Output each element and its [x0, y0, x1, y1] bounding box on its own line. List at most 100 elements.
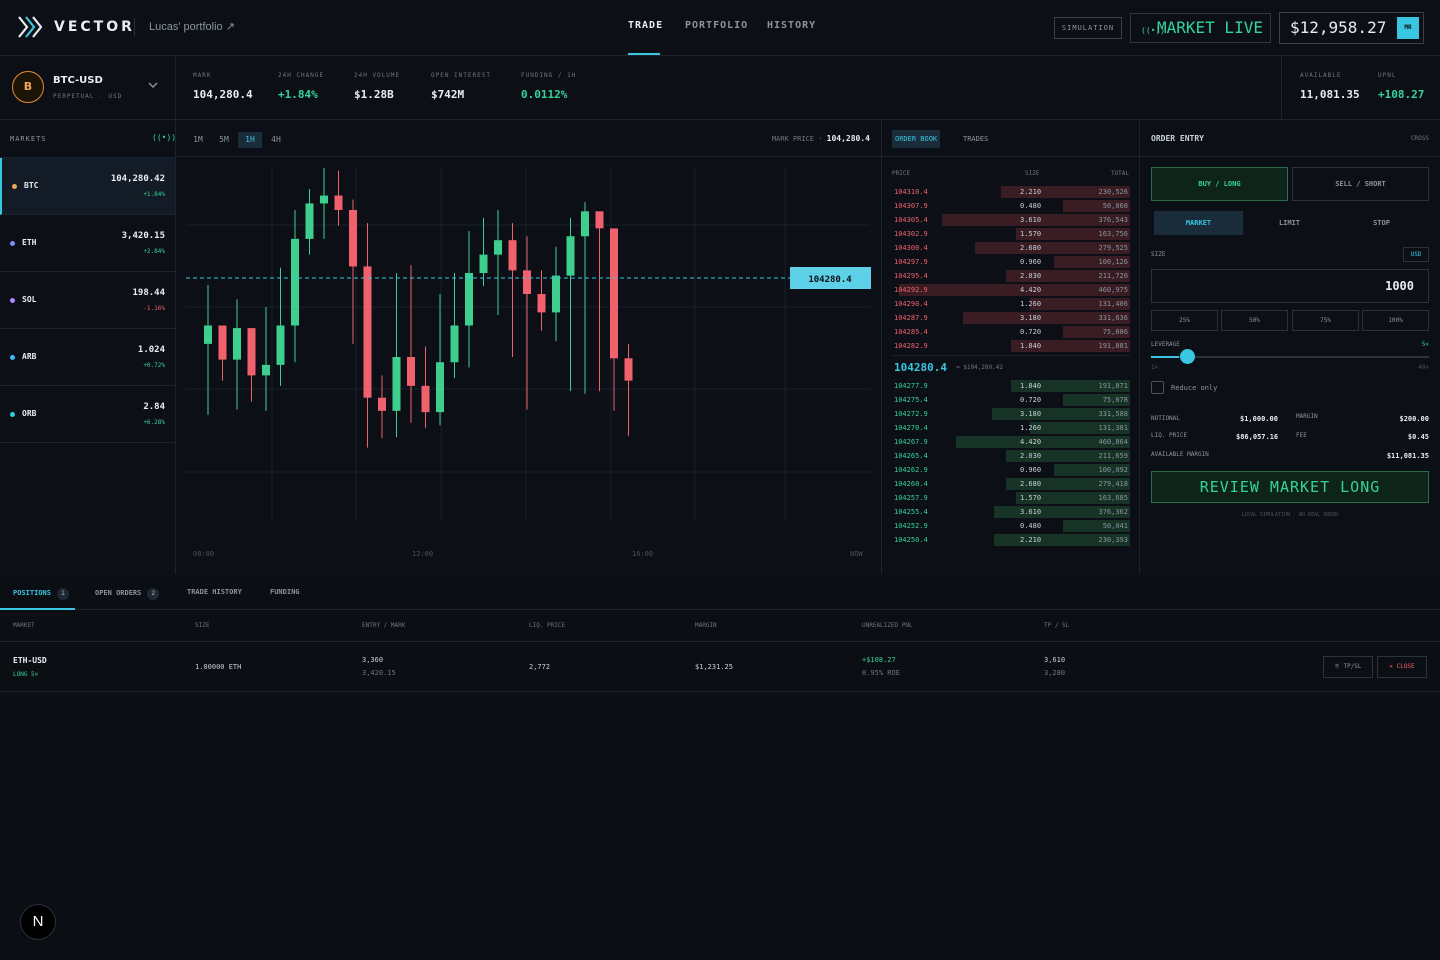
ob-total: 131,406: [1098, 300, 1128, 308]
currency-toggle[interactable]: USD: [1403, 247, 1429, 262]
tab-funding[interactable]: FUNDING: [270, 588, 300, 596]
ob-total: 376,543: [1098, 216, 1128, 224]
ask-row[interactable]: 104282.9 1.840 191,881: [892, 340, 1130, 353]
stat-open-interest: OPEN INTEREST $742M: [431, 72, 491, 101]
ob-size: 1.840: [1020, 382, 1042, 390]
review-market-long-button[interactable]: REVIEW MARKET LONG: [1151, 471, 1429, 503]
order-type-stop[interactable]: STOP: [1337, 211, 1426, 235]
bid-row[interactable]: 104265.4 2.030 211,659: [892, 450, 1130, 463]
ask-row[interactable]: 104287.9 3.180 331,636: [892, 312, 1130, 325]
ob-total: 191,871: [1098, 382, 1128, 390]
bid-row[interactable]: 104275.4 0.720 75,078: [892, 394, 1130, 407]
time-label: NOW: [850, 550, 863, 558]
bid-row[interactable]: 104252.9 0.480 50,041: [892, 520, 1130, 533]
mid-price: 104280.4: [894, 361, 947, 374]
tab-trades[interactable]: TRADES: [960, 130, 991, 148]
ob-price: 104305.4: [894, 216, 928, 224]
timeframe-5m[interactable]: 5M: [212, 132, 236, 148]
order-type-limit[interactable]: LIMIT: [1245, 211, 1334, 235]
bid-row[interactable]: 104250.4 2.210 230,393: [892, 534, 1130, 547]
tpsl-button[interactable]: ⚟ TP/SL: [1323, 656, 1373, 678]
ob-size: 0.480: [1020, 202, 1042, 210]
reduce-only-checkbox[interactable]: [1151, 381, 1164, 394]
ask-row[interactable]: 104310.4 2.210 230,526: [892, 186, 1130, 199]
ob-price: 104252.9: [894, 522, 928, 530]
ask-row[interactable]: 104285.4 0.720 75,086: [892, 326, 1130, 339]
portfolio-link[interactable]: Lucas' portfolio ↗: [149, 20, 235, 33]
bid-row[interactable]: 104277.9 1.840 191,871: [892, 380, 1130, 393]
candle-body: [581, 211, 589, 237]
market-price: 104,280.42: [110, 174, 165, 184]
market-item-btc[interactable]: BTC 104,280.42 +1.84%: [0, 158, 175, 215]
ask-row[interactable]: 104292.9 4.420 460,975: [892, 284, 1130, 297]
timeframe-1m[interactable]: 1M: [186, 132, 210, 148]
table-row[interactable]: ETH-USD LONG 5× 1.00000 ETH 3,360 3,420.…: [0, 641, 1440, 692]
bid-row[interactable]: 104260.4 2.680 279,418: [892, 478, 1130, 491]
size-input[interactable]: 1000: [1151, 269, 1429, 303]
ob-header-price: PRICE: [892, 170, 911, 177]
timeframe-bar: 1M 5M 1H 4H MARK PRICE · 104,280.4: [176, 120, 882, 157]
market-item-sol[interactable]: SOL 198.44 -1.16%: [0, 272, 175, 329]
brand-name: VECTOR: [54, 19, 135, 35]
pct-50-button[interactable]: 50%: [1221, 310, 1288, 331]
tab-positions[interactable]: POSITIONS 1: [13, 588, 69, 600]
ask-row[interactable]: 104290.4 1.260 131,406: [892, 298, 1130, 311]
market-name: BTC: [24, 181, 39, 190]
ob-total: 211,720: [1098, 272, 1128, 280]
sell-short-button[interactable]: SELL / SHORT: [1292, 167, 1429, 201]
ob-total: 230,393: [1098, 536, 1128, 544]
simulation-button[interactable]: SIMULATION: [1054, 17, 1122, 39]
bid-row[interactable]: 104272.9 3.180 331,588: [892, 408, 1130, 421]
market-dot-icon: [10, 355, 15, 360]
market-item-eth[interactable]: ETH 3,420.15 +2.84%: [0, 215, 175, 272]
balance-display[interactable]: $12,958.27 MR: [1279, 12, 1424, 44]
candle-body: [320, 195, 328, 204]
nav-active-underline: [628, 53, 660, 55]
ask-row[interactable]: 104295.4 2.030 211,720: [892, 270, 1130, 283]
vector-logo-icon: [18, 16, 42, 38]
order-type-market[interactable]: MARKET: [1154, 211, 1243, 235]
nav-trade[interactable]: TRADE: [628, 20, 663, 31]
symbol-selector[interactable]: B BTC-USD PERPETUAL · USD: [0, 56, 176, 120]
ask-row[interactable]: 104302.9 1.570 163,756: [892, 228, 1130, 241]
price-chart[interactable]: 104280.4 08:00 12:00 16:00 NOW: [176, 157, 882, 574]
tab-order-book[interactable]: ORDER BOOK: [892, 130, 941, 148]
next-logo-button[interactable]: N: [20, 904, 56, 940]
nav-history[interactable]: HISTORY: [767, 20, 816, 31]
market-item-orb[interactable]: ORB 2.84 +6.28%: [0, 386, 175, 443]
nav-portfolio[interactable]: PORTFOLIO: [685, 20, 748, 31]
position-market: ETH-USD: [13, 656, 47, 665]
market-live-button[interactable]: ((•)) MARKET LIVE: [1130, 13, 1271, 43]
bid-row[interactable]: 104255.4 3.610 376,362: [892, 506, 1130, 519]
buy-long-button[interactable]: BUY / LONG: [1151, 167, 1288, 201]
pct-75-button[interactable]: 75%: [1292, 310, 1359, 331]
ob-total: 100,092: [1098, 466, 1128, 474]
order-entry-panel: ORDER ENTRY CROSS BUY / LONG SELL / SHOR…: [1140, 120, 1440, 574]
margin-mode[interactable]: CROSS: [1411, 135, 1429, 142]
market-item-arb[interactable]: ARB 1.024 +0.72%: [0, 329, 175, 386]
ob-price: 104275.4: [894, 396, 928, 404]
leverage-slider-handle[interactable]: [1179, 349, 1195, 364]
ask-row[interactable]: 104300.4 2.680 279,525: [892, 242, 1130, 255]
ask-row[interactable]: 104305.4 3.610 376,543: [892, 214, 1130, 227]
available-margin-label: AVAILABLE MARGIN: [1151, 451, 1209, 458]
avatar[interactable]: MR: [1397, 17, 1419, 39]
candle-body: [204, 325, 212, 344]
bid-row[interactable]: 104267.9 4.420 460,864: [892, 436, 1130, 449]
ask-row[interactable]: 104297.9 0.960 100,126: [892, 256, 1130, 269]
timeframe-1h[interactable]: 1H: [238, 132, 262, 148]
pct-25-button[interactable]: 25%: [1151, 310, 1218, 331]
close-position-button[interactable]: ✕ CLOSE: [1377, 656, 1427, 678]
bid-row[interactable]: 104257.9 1.570 163,685: [892, 492, 1130, 505]
bid-row[interactable]: 104270.4 1.260 131,381: [892, 422, 1130, 435]
ob-size: 2.030: [1020, 452, 1042, 460]
market-change: +0.72%: [143, 362, 165, 369]
bid-row[interactable]: 104262.9 0.960 100,092: [892, 464, 1130, 477]
timeframe-4h[interactable]: 4H: [264, 132, 288, 148]
ask-row[interactable]: 104307.9 0.480 50,068: [892, 200, 1130, 213]
ob-size: 1.260: [1020, 300, 1042, 308]
pct-100-button[interactable]: 100%: [1362, 310, 1429, 331]
ob-price: 104307.9: [894, 202, 928, 210]
tab-trade-history[interactable]: TRADE HISTORY: [187, 588, 242, 596]
tab-open-orders[interactable]: OPEN ORDERS 2: [95, 588, 160, 600]
